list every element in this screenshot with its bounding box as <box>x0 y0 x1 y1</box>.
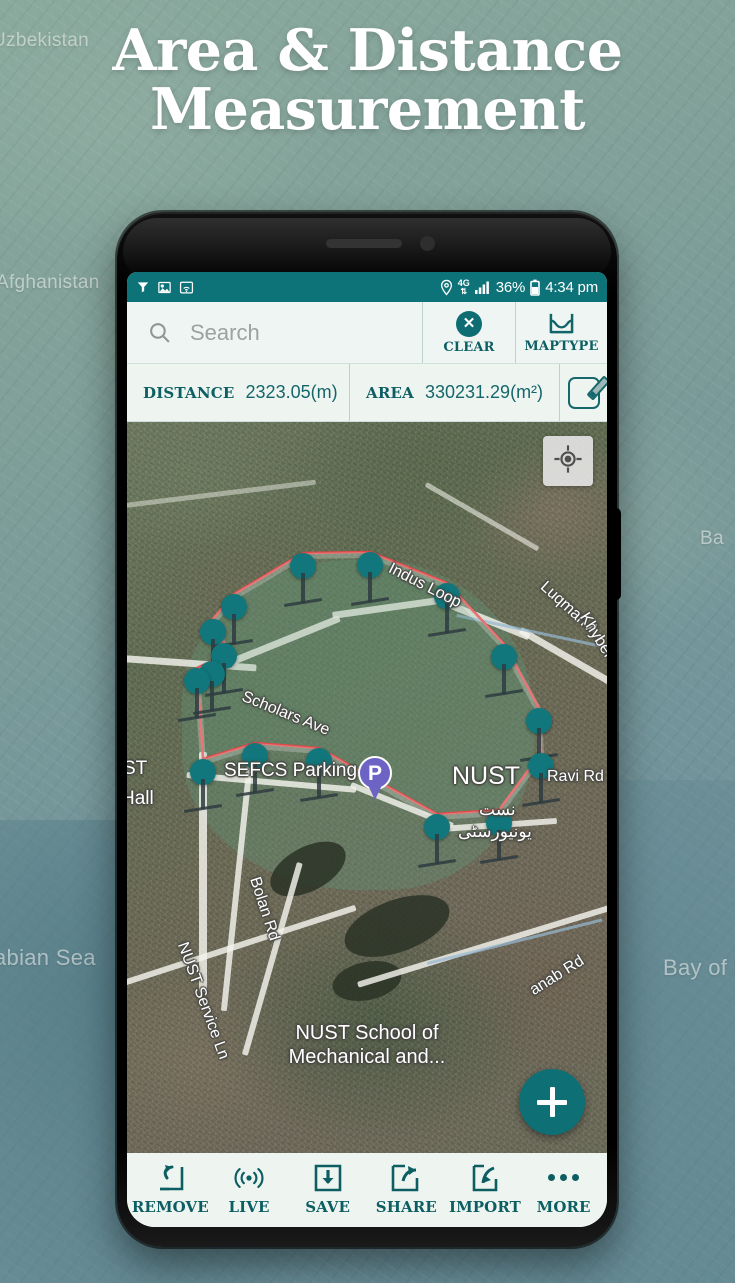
wifi-icon <box>179 280 194 295</box>
clear-button[interactable]: ✕ CLEAR <box>423 302 515 363</box>
location-pin-icon <box>440 279 453 296</box>
plus-icon-vertical <box>549 1087 555 1117</box>
map-label-nust: NUST <box>452 762 521 790</box>
battery-percent-label: 36% <box>495 278 526 296</box>
maptype-button-label: MAPTYPE <box>524 339 599 354</box>
vertex-marker[interactable] <box>357 552 383 602</box>
bg-label-ba: Ba <box>700 528 724 549</box>
more-dots-icon <box>548 1163 580 1193</box>
save-button[interactable]: SAVE <box>290 1163 366 1216</box>
add-point-fab[interactable] <box>519 1069 585 1135</box>
edit-pencil-icon <box>567 374 607 409</box>
bottom-toolbar: REMOVE LIVE SAVE SHARE IMPORT MORE <box>127 1153 607 1227</box>
phone-front-camera <box>420 236 435 251</box>
map-label-st: ST <box>127 758 148 779</box>
map-layers-icon <box>548 311 575 336</box>
map-label-nust-urdu-2: یونیورسٹی <box>458 822 532 841</box>
phone-power-button[interactable] <box>614 508 621 600</box>
vertex-marker[interactable] <box>424 814 450 864</box>
distance-label: DISTANCE <box>143 383 235 402</box>
status-bar-right: 4G ⇅ 36% 4:34 pm <box>440 277 598 296</box>
area-label: AREA <box>366 383 414 402</box>
promo-headline: Area & Distance Measurement <box>0 21 735 143</box>
search-icon <box>147 320 172 345</box>
map-label-nust-school: NUST School of Mechanical and... <box>288 1022 446 1068</box>
filter-icon <box>136 280 150 294</box>
more-button[interactable]: MORE <box>526 1163 602 1216</box>
my-location-icon <box>553 444 583 479</box>
remove-button[interactable]: REMOVE <box>131 1163 209 1216</box>
distance-readout: DISTANCE 2323.05(m) <box>127 364 349 421</box>
share-button[interactable]: SHARE <box>368 1163 444 1216</box>
download-save-icon <box>314 1163 342 1193</box>
battery-icon <box>530 279 540 296</box>
share-export-icon <box>391 1163 421 1193</box>
status-bar-left <box>136 280 194 295</box>
vertex-marker[interactable] <box>190 759 216 809</box>
measurement-bar: DISTANCE 2323.05(m) AREA 330231.29(m²) <box>127 364 607 422</box>
maptype-button[interactable]: MAPTYPE <box>515 302 607 363</box>
bg-label-bay-of-bengal: Bay of B <box>663 955 735 980</box>
map-label-ravi-rd: Ravi Rd <box>547 768 604 785</box>
share-button-label: SHARE <box>375 1197 437 1216</box>
vertex-marker[interactable] <box>221 594 247 644</box>
import-arrow-icon <box>470 1163 500 1193</box>
my-location-button[interactable] <box>543 436 593 486</box>
area-value: 330231.29(m²) <box>424 382 544 402</box>
vertex-marker[interactable] <box>200 619 226 669</box>
status-bar: 4G ⇅ 36% 4:34 pm <box>127 272 607 302</box>
headline-line-2: Measurement <box>150 75 585 143</box>
map-view[interactable]: P Indus Loop Luqman A Khyber Scholars Av… <box>127 422 607 1153</box>
dots-group <box>548 1174 580 1181</box>
map-label-hall: Hall <box>127 788 154 809</box>
clock-label: 4:34 pm <box>545 278 598 296</box>
close-circle-icon: ✕ <box>456 310 482 337</box>
headline-line-1: Area & Distance <box>112 17 623 84</box>
live-button[interactable]: LIVE <box>211 1163 287 1216</box>
vertex-marker[interactable] <box>526 708 552 758</box>
search-input[interactable]: Search <box>127 302 423 363</box>
vertex-marker[interactable] <box>290 553 316 603</box>
live-broadcast-icon <box>234 1163 264 1193</box>
area-readout: AREA 330231.29(m²) <box>349 364 559 421</box>
parking-pin-icon[interactable]: P <box>358 756 392 800</box>
edit-button[interactable] <box>559 364 607 421</box>
image-icon <box>157 280 172 295</box>
import-button-label: IMPORT <box>448 1197 521 1216</box>
remove-button-label: REMOVE <box>131 1197 209 1216</box>
undo-arrow-icon <box>155 1163 185 1193</box>
distance-value: 2323.05(m) <box>245 382 338 402</box>
bg-label-arabian-sea: abian Sea <box>0 945 96 970</box>
live-button-label: LIVE <box>228 1197 270 1216</box>
vertex-marker[interactable] <box>491 644 517 694</box>
bg-label-afghanistan: Afghanistan <box>0 272 100 293</box>
import-button[interactable]: IMPORT <box>447 1163 523 1216</box>
phone-screen: 4G ⇅ 36% 4:34 pm Search ✕ CLEAR MAPTYPE … <box>127 272 607 1227</box>
parking-pin-tail <box>368 785 382 800</box>
phone-earpiece <box>325 239 402 248</box>
map-label-sefcs-parking: SEFCS Parking <box>224 760 358 781</box>
vertex-marker[interactable] <box>184 668 210 718</box>
network-type-indicator: 4G ⇅ <box>457 277 470 296</box>
search-placeholder-text: Search <box>190 319 260 345</box>
promo-banner: Uzbekistan Afghanistan abian Sea Ba Bay … <box>0 0 735 1283</box>
save-button-label: SAVE <box>305 1197 351 1216</box>
search-toolbar: Search ✕ CLEAR MAPTYPE <box>127 302 607 364</box>
map-label-nust-urdu-1: نست <box>479 800 516 819</box>
more-button-label: MORE <box>536 1197 591 1216</box>
phone-mockup: 4G ⇅ 36% 4:34 pm Search ✕ CLEAR MAPTYPE … <box>117 212 621 1247</box>
signal-bars-icon <box>474 280 491 294</box>
clear-button-label: CLEAR <box>443 339 495 355</box>
pencil-shape <box>585 374 607 401</box>
